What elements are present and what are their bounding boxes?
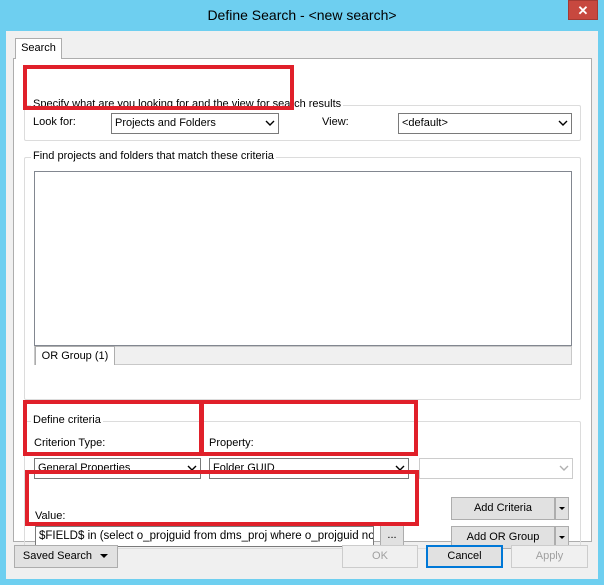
browse-button[interactable]: ... — [380, 525, 404, 546]
view-value: <default> — [402, 117, 448, 129]
criterion-type-select[interactable]: General Properties — [34, 458, 201, 479]
operator-select — [419, 458, 573, 479]
caret-down-icon — [559, 507, 565, 510]
look-for-select[interactable]: Projects and Folders — [111, 113, 279, 134]
saved-search-label: Saved Search — [22, 550, 93, 562]
property-label: Property: — [209, 437, 254, 449]
add-criteria-label: Add Criteria — [473, 502, 533, 514]
criteria-group-label: Define criteria — [31, 414, 103, 426]
chevron-down-icon — [559, 465, 569, 471]
cancel-button[interactable]: Cancel — [426, 545, 503, 568]
dialog-client: Search Specify what are you looking for … — [6, 31, 598, 579]
chevron-down-icon — [395, 465, 405, 471]
saved-search-button[interactable]: Saved Search — [14, 545, 118, 568]
chevron-down-icon — [265, 120, 275, 126]
window-title: Define Search - <new search> — [207, 7, 397, 23]
close-button[interactable]: ✕ — [568, 0, 598, 20]
find-group-label: Find projects and folders that match the… — [31, 150, 276, 162]
tab-or-group-1[interactable]: OR Group (1) — [35, 346, 115, 365]
chevron-down-icon — [558, 120, 568, 126]
spec-group-label: Specify what are you looking for and the… — [31, 98, 344, 110]
look-for-value: Projects and Folders — [115, 117, 216, 129]
add-or-group-label: Add OR Group — [466, 531, 540, 543]
value-input[interactable]: $FIELD$ in (select o_projguid from dms_p… — [35, 526, 374, 547]
property-select[interactable]: Folder GUID — [209, 458, 409, 479]
add-criteria-button[interactable]: Add Criteria — [451, 497, 555, 520]
criteria-list[interactable] — [34, 171, 572, 346]
value-label: Value: — [35, 510, 66, 522]
view-select[interactable]: <default> — [398, 113, 572, 134]
search-tab-panel: Specify what are you looking for and the… — [13, 58, 592, 549]
view-label: View: — [322, 116, 349, 128]
ok-button[interactable]: OK — [342, 545, 418, 568]
chevron-down-icon — [187, 465, 197, 471]
criterion-type-value: General Properties — [38, 462, 131, 474]
property-value: Folder GUID — [213, 462, 275, 474]
define-search-window: Define Search - <new search> ✕ Search Sp… — [0, 0, 604, 585]
look-for-label: Look for: — [33, 116, 76, 128]
add-criteria-dropdown[interactable] — [555, 497, 569, 520]
criterion-type-label: Criterion Type: — [34, 437, 106, 449]
title-bar[interactable]: Define Search - <new search> ✕ — [0, 0, 604, 31]
caret-down-icon — [100, 554, 109, 559]
tab-search[interactable]: Search — [15, 38, 62, 59]
apply-button[interactable]: Apply — [511, 545, 588, 568]
